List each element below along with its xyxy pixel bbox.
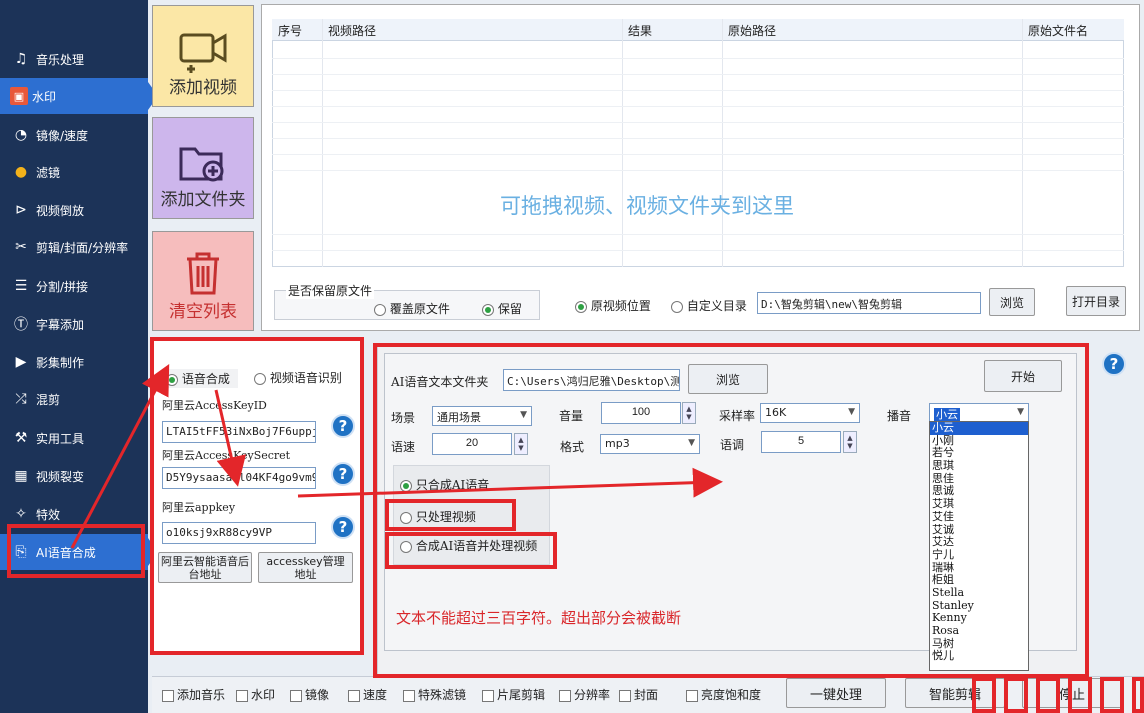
row-divider	[272, 234, 1124, 235]
drop-hint: 可拖拽视频、视频文件夹到这里	[500, 194, 794, 218]
sidebar-item-mirror-speed[interactable]: ◔ 镜像/速度	[0, 117, 148, 153]
overwrite-option[interactable]: 覆盖原文件	[374, 300, 450, 317]
check-add-music[interactable]: 添加音乐	[162, 686, 225, 703]
annotation-box	[150, 337, 364, 655]
check-resolution[interactable]: 分辨率	[559, 686, 610, 703]
column-original-path[interactable]: 原始路径	[728, 22, 776, 39]
keep-original-title: 是否保留原文件	[286, 282, 375, 299]
sidebar-item-subtitle[interactable]: Ⓣ 字幕添加	[0, 306, 148, 342]
annotation-box	[1068, 677, 1092, 713]
col-divider	[322, 19, 323, 267]
clear-list-button[interactable]: 清空列表	[152, 231, 254, 331]
checkbox[interactable]	[236, 689, 248, 702]
file-table-header: 序号 视频路径 结果 原始路径 原始文件名	[272, 19, 1124, 41]
keep-radio[interactable]	[482, 303, 494, 316]
original-location-option[interactable]: 原视频位置	[575, 297, 651, 314]
music-note-icon: ♫	[14, 51, 28, 67]
row-divider	[272, 170, 1124, 171]
row-divider	[272, 58, 1124, 59]
annotation-box	[385, 532, 557, 569]
help-icon[interactable]: ?	[1102, 352, 1126, 376]
video-camera-add-icon	[179, 33, 227, 73]
annotation-box	[1100, 677, 1124, 713]
row-divider	[272, 90, 1124, 91]
file-table[interactable]	[272, 19, 1124, 267]
checkbox[interactable]	[290, 689, 302, 702]
add-video-button[interactable]: 添加视频	[152, 5, 254, 107]
check-special-filter[interactable]: 特殊滤镜	[403, 686, 466, 703]
col-divider	[1022, 19, 1023, 267]
subtitle-icon: Ⓣ	[14, 317, 28, 333]
annotation-box	[1132, 677, 1144, 713]
checkbox[interactable]	[403, 689, 415, 702]
annotation-box	[385, 499, 516, 531]
check-cover[interactable]: 封面	[619, 686, 658, 703]
sidebar-item-fission[interactable]: ▦ 视频裂变	[0, 458, 148, 494]
annotation-box	[7, 524, 145, 578]
album-icon: ▶	[15, 354, 27, 370]
annotation-box	[1036, 677, 1060, 713]
filter-circles-icon: ●	[14, 164, 28, 180]
film-split-icon: ▦	[14, 468, 28, 484]
sidebar: ♫ 音乐处理 ▣ 水印 ◔ 镜像/速度 ● 滤镜 ⊳ 视频倒放 ✂ 剪辑/封面/分辨率 ☰ 分…	[0, 0, 158, 713]
check-head-tail[interactable]: 片尾剪辑	[482, 686, 545, 703]
one-click-process-button[interactable]: 一键处理	[786, 678, 886, 708]
sidebar-item-mix[interactable]: ⤮ 混剪	[0, 381, 148, 417]
open-dir-button[interactable]: 打开目录	[1066, 286, 1126, 316]
trash-icon	[187, 252, 219, 295]
checkbox[interactable]	[482, 689, 494, 702]
sidebar-item-album[interactable]: ▶ 影集制作	[0, 344, 148, 380]
keep-option[interactable]: 保留	[482, 300, 522, 317]
scissors-icon: ✂	[15, 239, 27, 255]
column-result[interactable]: 结果	[628, 22, 652, 39]
sidebar-item-watermark[interactable]: ▣ 水印	[0, 78, 158, 114]
checkbox[interactable]	[686, 689, 698, 702]
add-folder-button[interactable]: 添加文件夹	[152, 117, 254, 219]
annotation-box	[972, 677, 996, 713]
toolbox-icon: ⚒	[14, 430, 28, 446]
sidebar-item-music[interactable]: ♫ 音乐处理	[0, 41, 148, 77]
split-icon: ☰	[14, 278, 28, 294]
col-divider	[722, 19, 723, 267]
col-divider	[622, 19, 623, 267]
column-video-path[interactable]: 视频路径	[328, 22, 376, 39]
row-divider	[272, 122, 1124, 123]
check-brightness[interactable]: 亮度饱和度	[686, 686, 761, 703]
shuffle-icon: ⤮	[15, 391, 27, 407]
check-watermark[interactable]: 水印	[236, 686, 275, 703]
folder-add-icon	[179, 147, 224, 182]
column-original-filename[interactable]: 原始文件名	[1028, 22, 1088, 39]
row-divider	[272, 154, 1124, 155]
checkbox[interactable]	[559, 689, 571, 702]
row-divider	[272, 250, 1124, 251]
check-mirror[interactable]: 镜像	[290, 686, 329, 703]
sidebar-item-split[interactable]: ☰ 分割/拼接	[0, 268, 148, 304]
sidebar-item-filter[interactable]: ● 滤镜	[0, 154, 148, 190]
sidebar-item-tools[interactable]: ⚒ 实用工具	[0, 420, 148, 456]
original-location-radio[interactable]	[575, 300, 587, 313]
annotation-box	[1004, 677, 1028, 713]
row-divider	[272, 106, 1124, 107]
row-divider	[272, 138, 1124, 139]
output-path-input[interactable]: D:\智兔剪辑\new\智兔剪辑	[757, 292, 981, 314]
gauge-icon: ◔	[14, 127, 28, 143]
sparkle-icon: ✧	[15, 506, 27, 522]
watermark-icon: ▣	[10, 87, 28, 105]
custom-dir-radio[interactable]	[671, 300, 683, 313]
column-index[interactable]: 序号	[278, 22, 302, 39]
sidebar-item-cut[interactable]: ✂ 剪辑/封面/分辨率	[0, 229, 148, 265]
checkbox[interactable]	[348, 689, 360, 702]
overwrite-radio[interactable]	[374, 303, 386, 316]
output-browse-button[interactable]: 浏览	[989, 288, 1035, 316]
row-divider	[272, 74, 1124, 75]
sidebar-item-reverse[interactable]: ⊳ 视频倒放	[0, 192, 148, 228]
reverse-play-icon: ⊳	[15, 202, 27, 218]
checkbox[interactable]	[619, 689, 631, 702]
custom-dir-option[interactable]: 自定义目录	[671, 297, 747, 314]
checkbox[interactable]	[162, 689, 174, 702]
check-speed[interactable]: 速度	[348, 686, 387, 703]
